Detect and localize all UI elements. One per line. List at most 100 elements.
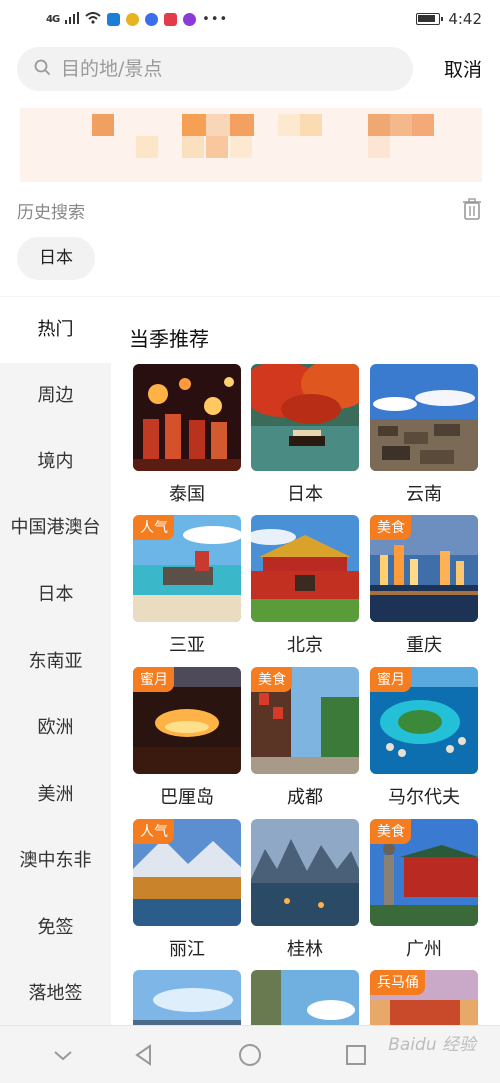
destination-name: 成都 (287, 787, 323, 808)
sidebar-item-europe[interactable]: 欧洲 (0, 695, 111, 761)
banner-pixel (182, 114, 206, 136)
destination-card[interactable]: 美食 成都 (251, 667, 359, 809)
category-sidebar: 热门 周边 境内 中国港澳台 日本 东南亚 欧洲 美洲 澳中东非 免签 落地签 (0, 297, 111, 1025)
clock: 4:42 (448, 10, 482, 28)
destination-name: 北京 (287, 635, 323, 656)
banner-pixel (278, 114, 300, 136)
sidebar-item-oceania-me-africa[interactable]: 澳中东非 (0, 828, 111, 894)
destination-name: 巴厘岛 (160, 787, 214, 808)
signal-strength: 4G (46, 13, 60, 25)
destination-image (133, 364, 241, 471)
status-bar: 4G ••• 4:42 (0, 0, 500, 38)
section-title: 当季推荐 (129, 327, 209, 351)
banner-pixel (300, 114, 322, 136)
wifi-icon (85, 10, 101, 28)
destination-name: 广州 (406, 939, 442, 960)
destination-card[interactable]: 云南 (370, 364, 478, 506)
destination-card[interactable]: 美食 广州 (370, 819, 478, 961)
banner-pixel (92, 114, 114, 136)
destination-card[interactable] (133, 970, 241, 1025)
destination-image: 兵马俑 (370, 970, 478, 1025)
destination-name: 三亚 (169, 635, 205, 656)
trash-icon[interactable] (462, 198, 482, 220)
tag-badge: 人气 (133, 515, 174, 540)
signal-bars-icon (65, 10, 80, 28)
cancel-button[interactable]: 取消 (444, 55, 482, 82)
tag-badge: 蜜月 (370, 667, 411, 692)
sidebar-item-domestic[interactable]: 境内 (0, 429, 111, 495)
banner-pixel (368, 114, 390, 136)
sidebar-item-americas[interactable]: 美洲 (0, 762, 111, 828)
banner-pixel (368, 136, 390, 158)
destination-image (370, 364, 478, 471)
destination-name: 丽江 (169, 939, 205, 960)
sidebar-item-visa-free[interactable]: 免签 (0, 895, 111, 961)
destination-name: 泰国 (169, 484, 205, 505)
banner-pixel (206, 136, 228, 158)
chevron-down-icon[interactable] (50, 1042, 76, 1068)
tag-badge: 美食 (370, 515, 411, 540)
destination-image: 蜜月 (133, 667, 241, 774)
banner-pixel (206, 114, 230, 136)
more-notifications-icon: ••• (202, 11, 229, 27)
destination-image: 人气 (133, 515, 241, 622)
history-chip[interactable]: 日本 (17, 237, 95, 280)
destination-image: 美食 (251, 667, 359, 774)
sidebar-item-hot[interactable]: 热门 (0, 297, 111, 363)
sidebar-item-hk-macau-taiwan[interactable]: 中国港澳台 (0, 495, 111, 561)
banner-pixel (230, 114, 254, 136)
destination-name: 桂林 (287, 939, 323, 960)
destination-card[interactable]: 北京 (251, 515, 359, 657)
back-icon[interactable] (131, 1042, 157, 1068)
tag-badge: 兵马俑 (370, 970, 425, 995)
destination-card[interactable]: 泰国 (133, 364, 241, 506)
destination-card[interactable]: 兵马俑 (370, 970, 478, 1025)
destination-image (251, 819, 359, 926)
weibo-icon (126, 12, 140, 26)
app-notification-icon (107, 12, 121, 26)
banner-pixel (412, 114, 434, 136)
destination-image: 美食 (370, 515, 478, 622)
app-notification-icon (164, 12, 178, 26)
destination-image (251, 364, 359, 471)
destination-card[interactable]: 人气 丽江 (133, 819, 241, 961)
destination-card[interactable] (251, 970, 359, 1025)
banner-pixel (182, 136, 204, 158)
main-content: 当季推荐 泰国 日本 云南 人气 三亚 北京 美食 重庆 蜜月 巴厘岛 美食 成… (111, 297, 500, 1025)
banner-pixel (230, 136, 252, 158)
destination-image: 蜜月 (370, 667, 478, 774)
destination-name: 云南 (406, 484, 442, 505)
banner-pixel (136, 136, 158, 158)
sidebar-item-nearby[interactable]: 周边 (0, 363, 111, 429)
search-input[interactable] (61, 58, 361, 80)
banner-pixel (390, 114, 412, 136)
sidebar-item-visa-on-arrival[interactable]: 落地签 (0, 961, 111, 1027)
destination-card[interactable]: 日本 (251, 364, 359, 506)
home-icon[interactable] (237, 1042, 263, 1068)
destination-card[interactable]: 蜜月 巴厘岛 (133, 667, 241, 809)
battery-icon (416, 13, 444, 25)
tag-badge: 美食 (370, 819, 411, 844)
tag-badge: 美食 (251, 667, 292, 692)
recent-apps-icon[interactable] (343, 1042, 369, 1068)
watermark: Baidu 经验 (388, 1035, 476, 1055)
video-app-icon (183, 12, 197, 26)
tag-badge: 蜜月 (133, 667, 174, 692)
destination-card[interactable]: 桂林 (251, 819, 359, 961)
destination-image: 人气 (133, 819, 241, 926)
destination-image (251, 515, 359, 622)
sidebar-item-southeast-asia[interactable]: 东南亚 (0, 629, 111, 695)
history-title: 历史搜索 (17, 203, 85, 223)
destination-card[interactable]: 人气 三亚 (133, 515, 241, 657)
destination-image (251, 970, 359, 1025)
destination-card[interactable]: 蜜月 马尔代夫 (370, 667, 478, 809)
search-bar[interactable] (17, 47, 413, 91)
baidu-icon (145, 12, 159, 26)
search-icon (33, 58, 51, 80)
destination-card[interactable]: 美食 重庆 (370, 515, 478, 657)
sidebar-item-japan[interactable]: 日本 (0, 562, 111, 628)
destination-name: 马尔代夫 (388, 787, 460, 808)
ad-banner[interactable] (20, 108, 482, 182)
tag-badge: 人气 (133, 819, 174, 844)
destination-image (133, 970, 241, 1025)
